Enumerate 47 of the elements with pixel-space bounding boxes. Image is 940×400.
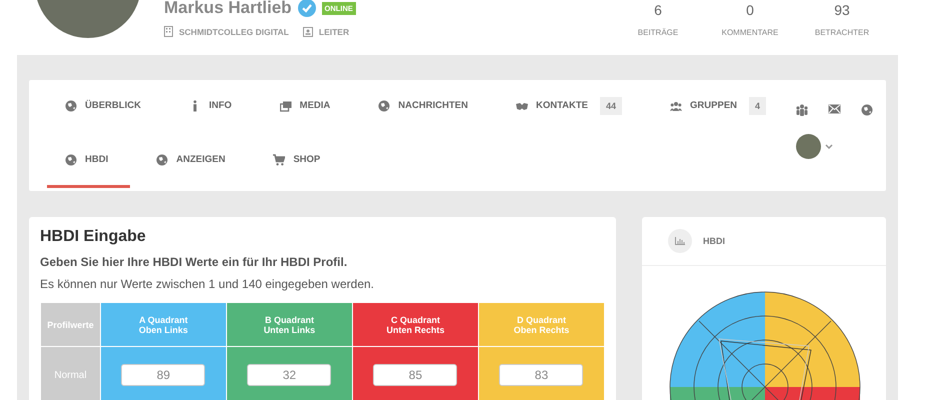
nav-tab[interactable]: KONTAKTE 44 bbox=[498, 80, 644, 134]
stat-label: BEITRÄGE bbox=[638, 28, 678, 37]
mail-icon[interactable] bbox=[828, 104, 842, 114]
stat-label: KOMMENTARE bbox=[722, 28, 778, 37]
tab-icon bbox=[65, 154, 77, 166]
column-header: D Quadrant Oben Rechts bbox=[478, 302, 604, 346]
nav-tab[interactable]: GRUPPEN 4 bbox=[652, 80, 788, 134]
tab-icon bbox=[65, 100, 77, 112]
nav-tab[interactable]: INFO bbox=[170, 80, 254, 134]
nav-tab[interactable]: NACHRICHTEN bbox=[360, 80, 490, 134]
nav-tab[interactable]: ÜBERBLICK bbox=[47, 80, 163, 134]
group-icon[interactable] bbox=[796, 104, 808, 116]
globe-icon[interactable] bbox=[861, 104, 874, 116]
stat-value: 93 bbox=[834, 2, 850, 18]
column-header: A Quadrant Oben Links bbox=[100, 302, 226, 346]
instruction-text: Geben Sie hier Ihre HBDI Werte ein für Ihr HBDI Profil. bbox=[40, 255, 348, 269]
building-icon bbox=[164, 26, 173, 37]
tab-icon bbox=[378, 100, 390, 112]
nav-tab[interactable]: ANZEIGEN bbox=[138, 134, 248, 188]
card-title: HBDI Eingabe bbox=[40, 228, 147, 246]
tab-icon bbox=[156, 154, 168, 166]
stat-value: 0 bbox=[746, 2, 754, 18]
panel-title: HBDI bbox=[703, 236, 725, 246]
column-header: B Quadrant Unten Links bbox=[226, 302, 352, 346]
nav-tab[interactable]: MEDIA bbox=[262, 80, 352, 134]
value-input[interactable]: 85 bbox=[373, 364, 458, 386]
chevron-down-icon[interactable] bbox=[825, 144, 834, 149]
user-avatar[interactable] bbox=[796, 134, 822, 159]
stat-label: BETRACHTER bbox=[814, 28, 870, 37]
value-input[interactable]: 89 bbox=[121, 364, 206, 386]
id-card-icon bbox=[302, 26, 313, 36]
nav-tab[interactable]: SHOP bbox=[255, 134, 342, 188]
value-input[interactable]: 32 bbox=[247, 364, 332, 386]
company-label: SCHMIDTCOLLEG DIGITAL bbox=[179, 26, 289, 36]
stat-value: 6 bbox=[654, 2, 662, 18]
hint-text: Es können nur Werte zwischen 1 und 140 eingegeben werden. bbox=[40, 277, 376, 291]
count-badge: 44 bbox=[600, 96, 622, 114]
tab-icon bbox=[280, 100, 292, 112]
tab-icon bbox=[670, 100, 682, 112]
profile-name: Markus Hartlieb bbox=[164, 0, 292, 18]
value-input[interactable]: 83 bbox=[499, 364, 584, 386]
count-badge: 4 bbox=[749, 96, 766, 114]
role-label: LEITER bbox=[318, 26, 350, 36]
tab-icon bbox=[273, 154, 286, 166]
bar-chart-icon bbox=[668, 229, 692, 253]
nav-tab[interactable]: HBDI bbox=[47, 134, 130, 188]
column-header: C Quadrant Unten Rechts bbox=[352, 302, 478, 346]
